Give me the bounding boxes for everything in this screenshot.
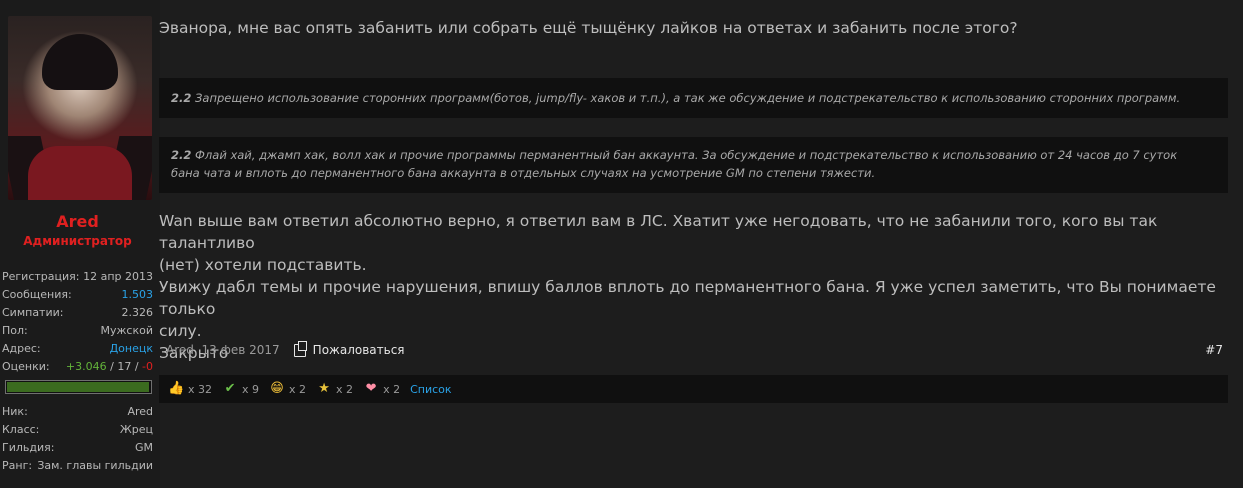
user-panel: Ared Администратор Регистрация: 12 апр 20… bbox=[0, 0, 160, 488]
rating-bar bbox=[5, 380, 152, 394]
post-meta: Ared, 13 фев 2017 Пожаловаться bbox=[166, 340, 405, 360]
post-author-date[interactable]: Ared, 13 фев 2017 bbox=[166, 340, 280, 360]
user-stats: Регистрация: 12 апр 2013 Сообщения: 1.503 … bbox=[2, 268, 153, 376]
report-icon bbox=[293, 340, 307, 357]
post-body-line: Увижу дабл темы и прочие нарушения, впиш… bbox=[159, 278, 1216, 318]
stat-likes: Симпатии: 2.326 bbox=[2, 306, 153, 319]
heart-icon: ❤ bbox=[365, 381, 377, 396]
like-check[interactable]: ✔ x 9 bbox=[222, 381, 259, 397]
thumbs-up-icon: 👍 bbox=[168, 381, 185, 396]
username[interactable]: Ared bbox=[0, 212, 155, 231]
report-button[interactable]: Пожаловаться bbox=[293, 340, 405, 360]
like-smile[interactable]: 😁 x 2 bbox=[269, 381, 306, 397]
rating-neutral: 17 bbox=[117, 360, 132, 373]
rule-quote-2: 2.2 Флай хай, джамп хак, волл хак и проч… bbox=[159, 137, 1228, 193]
star-medal-icon: ★ bbox=[318, 381, 330, 396]
rating-positive: +3.046 bbox=[65, 360, 107, 373]
rule-number: 2.2 bbox=[171, 91, 192, 105]
post-body-line: (нет) хотели подставить. bbox=[159, 256, 367, 274]
smile-icon: 😁 bbox=[270, 381, 284, 396]
like-star[interactable]: ★ x 2 bbox=[316, 381, 353, 397]
user-extra-fields: Ник: Ared Класс: Жрец Гильдия: GM Ранг: Зам.… bbox=[2, 403, 153, 475]
user-avatar[interactable] bbox=[8, 16, 152, 200]
field-class: Класс: Жрец bbox=[2, 423, 153, 436]
user-title: Администратор bbox=[23, 234, 132, 248]
stat-location: Адрес: Донецк bbox=[2, 340, 153, 358]
field-guild: Гильдия: GM bbox=[2, 441, 153, 454]
post-body-line: Wan выше вам ответил абсолютно верно, я … bbox=[159, 212, 1158, 252]
stat-gender: Пол: Мужской bbox=[2, 324, 153, 337]
location-link[interactable]: Донецк bbox=[110, 340, 153, 358]
like-thumbs-up[interactable]: 👍 x 32 bbox=[168, 381, 212, 397]
messages-link[interactable]: 1.503 bbox=[122, 286, 154, 304]
stat-messages: Сообщения: 1.503 bbox=[2, 286, 153, 304]
rule-number: 2.2 bbox=[171, 148, 192, 162]
rating-bar-fill bbox=[7, 382, 149, 392]
post-body-line: силу. bbox=[159, 322, 202, 340]
stat-registration: Регистрация: 12 апр 2013 bbox=[2, 270, 153, 283]
stat-rating: Оценки: +3.046 / 17 / -0 bbox=[2, 360, 153, 373]
like-heart[interactable]: ❤ x 2 bbox=[363, 381, 400, 397]
rule-quote-1: 2.2 Запрещено использование сторонних пр… bbox=[159, 78, 1228, 118]
likes-list-link[interactable]: Список bbox=[410, 383, 451, 396]
check-icon: ✔ bbox=[224, 381, 236, 396]
field-rank: Ранг: Зам. главы гильдии bbox=[2, 459, 153, 472]
likes-summary: 👍 x 32 ✔ x 9 😁 x 2 ★ x 2 ❤ x 2 Список bbox=[159, 375, 1228, 403]
rating-negative: -0 bbox=[142, 360, 153, 373]
field-nick: Ник: Ared bbox=[2, 405, 153, 418]
post-number-link[interactable]: #7 bbox=[1205, 340, 1223, 360]
post-intro: Эванора, мне вас опять забанить или собр… bbox=[159, 19, 1018, 37]
